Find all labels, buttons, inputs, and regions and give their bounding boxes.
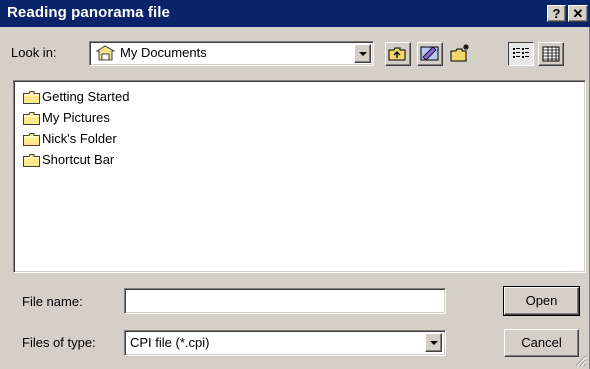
folder-icon bbox=[23, 154, 40, 167]
file-name-input[interactable] bbox=[124, 288, 446, 314]
look-in-dropdown-button[interactable] bbox=[354, 44, 371, 63]
file-name-label: File name: bbox=[22, 294, 83, 309]
list-view-button[interactable] bbox=[508, 42, 534, 66]
details-view-icon bbox=[542, 46, 560, 62]
new-folder-button[interactable] bbox=[448, 42, 474, 66]
list-item-label: My Pictures bbox=[42, 110, 110, 125]
open-button[interactable]: Open bbox=[503, 286, 580, 316]
folder-icon bbox=[23, 112, 40, 125]
title-bar: Reading panorama file ? ✕ bbox=[0, 0, 590, 27]
window-title: Reading panorama file bbox=[7, 4, 170, 21]
close-button[interactable]: ✕ bbox=[568, 5, 588, 22]
folder-icon bbox=[23, 91, 40, 104]
help-button[interactable]: ? bbox=[547, 5, 566, 22]
up-one-level-icon bbox=[388, 47, 406, 61]
desktop-button[interactable] bbox=[417, 42, 443, 66]
file-type-dropdown-button[interactable] bbox=[425, 333, 442, 352]
file-type-combo[interactable]: CPI file (*.cpi) bbox=[124, 330, 446, 356]
list-item-label: Shortcut Bar bbox=[42, 152, 115, 167]
up-one-level-button[interactable] bbox=[385, 42, 411, 66]
folder-icon bbox=[23, 133, 40, 146]
file-type-label: Files of type: bbox=[22, 335, 96, 350]
look-in-label: Look in: bbox=[11, 45, 57, 60]
look-in-value: My Documents bbox=[120, 45, 207, 60]
desktop-icon bbox=[420, 46, 439, 61]
open-file-dialog: Reading panorama file ? ✕ Look in: My Do… bbox=[0, 0, 590, 369]
new-folder-icon bbox=[450, 44, 469, 62]
list-view-icon bbox=[513, 48, 529, 58]
file-type-value: CPI file (*.cpi) bbox=[130, 335, 210, 350]
details-view-button[interactable] bbox=[538, 42, 564, 66]
cancel-button[interactable]: Cancel bbox=[504, 329, 579, 357]
resize-grip-icon[interactable] bbox=[575, 355, 587, 367]
look-in-combo[interactable]: My Documents bbox=[89, 41, 374, 66]
list-item-label: Getting Started bbox=[42, 89, 130, 104]
my-documents-icon bbox=[96, 45, 115, 61]
file-list[interactable] bbox=[13, 80, 586, 273]
list-item-label: Nick's Folder bbox=[42, 131, 117, 146]
